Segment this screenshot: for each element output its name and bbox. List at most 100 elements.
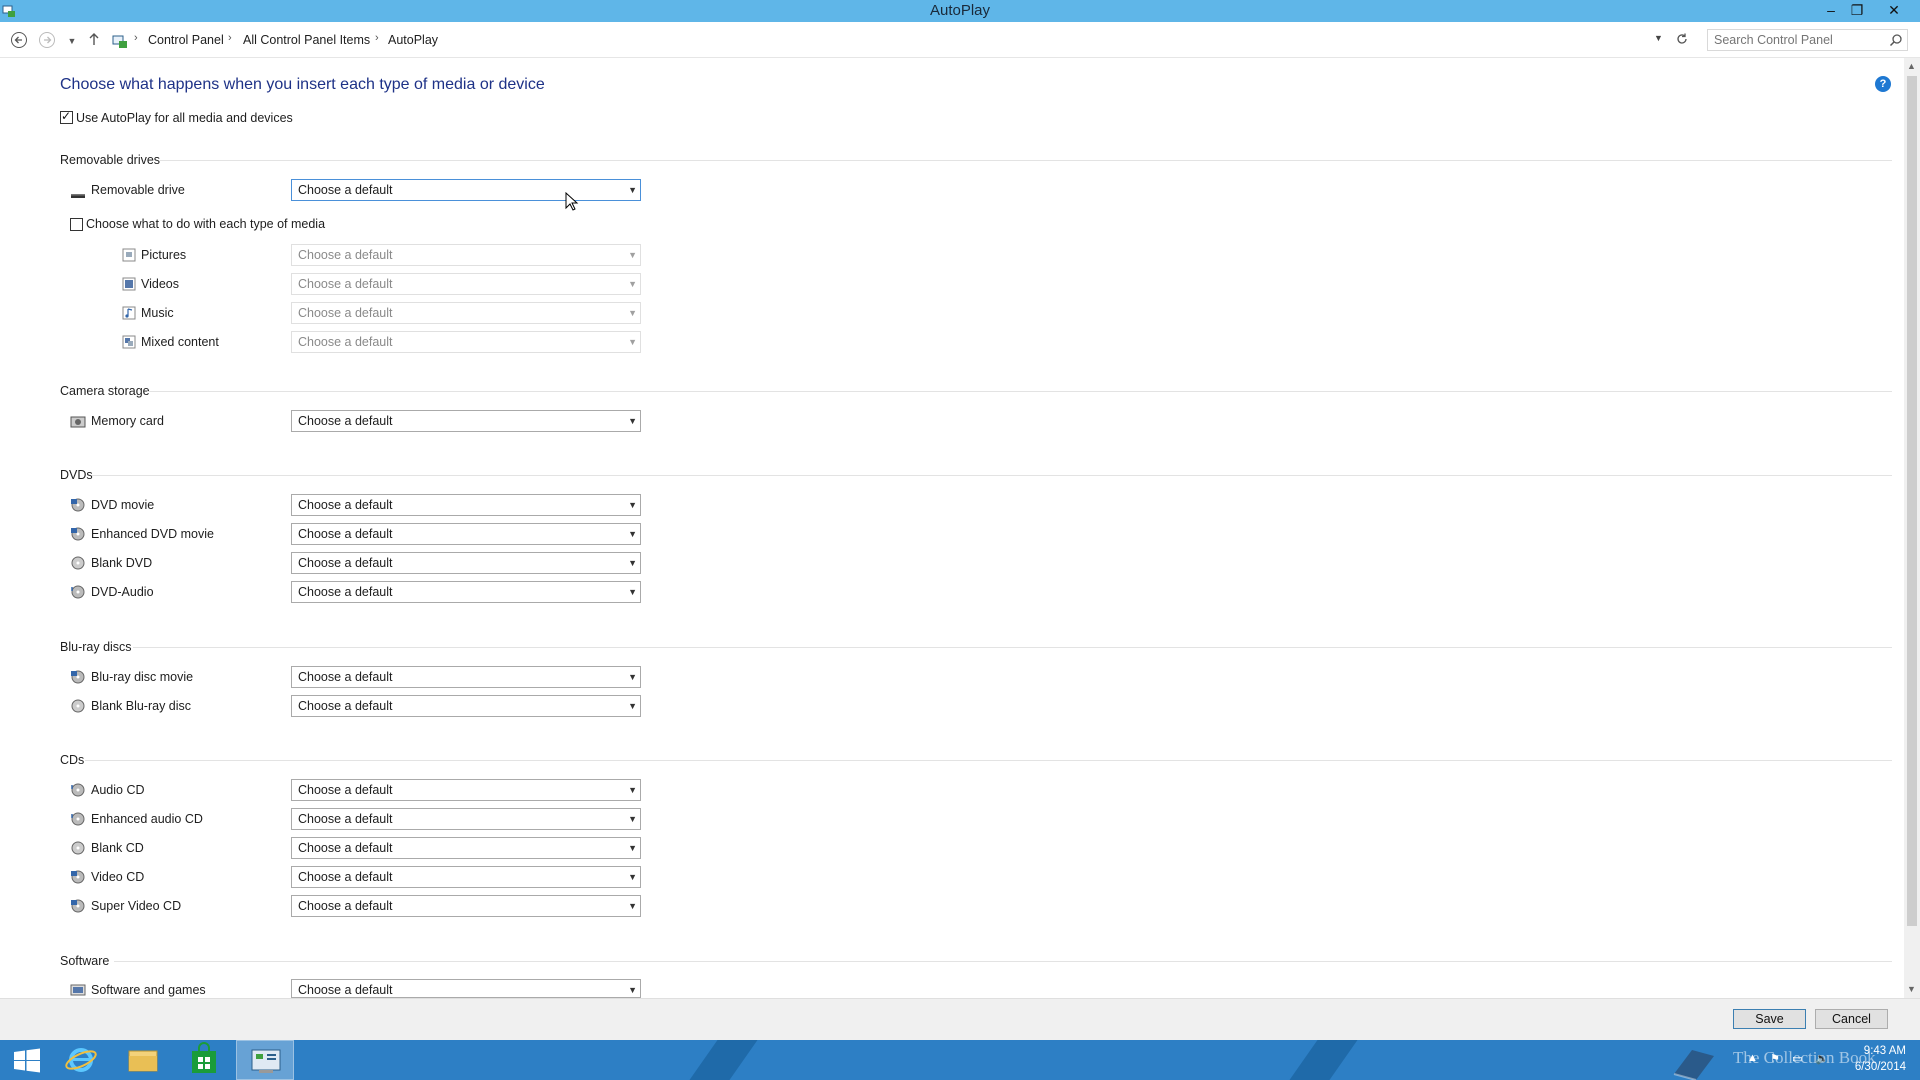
- restore-button[interactable]: ❐: [1843, 0, 1871, 22]
- select-value: Choose a default: [298, 699, 393, 713]
- memory-card-label: Memory card: [91, 414, 164, 428]
- volume-icon[interactable]: 🔈: [1815, 1052, 1829, 1065]
- vertical-scrollbar[interactable]: ▲ ▼: [1904, 58, 1920, 998]
- chevron-down-icon: ▼: [628, 558, 637, 568]
- clock-date: 6/30/2014: [1854, 1061, 1906, 1073]
- scroll-down-icon[interactable]: ▼: [1907, 984, 1916, 994]
- select-value: Choose a default: [298, 870, 393, 884]
- removable-drive-select[interactable]: Choose a default ▼: [291, 179, 641, 201]
- each-media-checkbox[interactable]: [70, 218, 83, 231]
- chevron-down-icon: ▼: [628, 185, 637, 195]
- start-button[interactable]: [0, 1040, 58, 1080]
- video-cd-select[interactable]: Choose a default ▼: [291, 866, 641, 888]
- blank-blu-ray-label: Blank Blu-ray disc: [91, 699, 192, 713]
- chevron-down-icon: ▼: [628, 985, 637, 995]
- taskbar-decoration: [675, 1040, 765, 1080]
- pictures-select[interactable]: Choose a default ▼: [291, 244, 641, 266]
- cancel-button[interactable]: Cancel: [1815, 1009, 1888, 1029]
- recent-locations-dropdown[interactable]: ▼: [62, 31, 82, 51]
- super-video-cd-select[interactable]: Choose a default ▼: [291, 895, 641, 917]
- use-autoplay-checkbox[interactable]: [60, 109, 73, 124]
- audio-cd-label: Audio CD: [91, 783, 145, 797]
- windows-logo-icon: [14, 1048, 40, 1073]
- select-value: Choose a default: [298, 670, 393, 684]
- refresh-button[interactable]: [1672, 31, 1692, 51]
- video-cd-icon: [70, 870, 86, 884]
- breadcrumb-all-items[interactable]: All Control Panel Items: [243, 33, 370, 47]
- select-value: Choose a default: [298, 248, 393, 262]
- pictures-label: Pictures: [141, 248, 187, 262]
- videos-label: Videos: [141, 277, 179, 291]
- select-value: Choose a default: [298, 585, 393, 599]
- section-divider: [114, 961, 1892, 962]
- scroll-up-icon[interactable]: ▲: [1907, 61, 1916, 71]
- minimize-button[interactable]: –: [1817, 0, 1845, 22]
- blank-cd-select[interactable]: Choose a default ▼: [291, 837, 641, 859]
- audio-cd-select[interactable]: Choose a default ▼: [291, 779, 641, 801]
- close-button[interactable]: ✕: [1880, 0, 1908, 22]
- breadcrumb-control-panel[interactable]: Control Panel: [148, 33, 224, 47]
- chevron-down-icon: ▼: [628, 500, 637, 510]
- use-autoplay-label[interactable]: Use AutoPlay for all media and devices: [76, 111, 293, 125]
- mixed-content-select[interactable]: Choose a default ▼: [291, 331, 641, 353]
- software-and-games-label: Software and games: [91, 983, 206, 997]
- address-path[interactable]: › Control Panel › All Control Panel Item…: [108, 29, 1668, 51]
- up-button[interactable]: [84, 31, 104, 51]
- enhanced-audio-cd-select[interactable]: Choose a default ▼: [291, 808, 641, 830]
- back-button[interactable]: [9, 31, 29, 51]
- blank-dvd-icon: [70, 556, 86, 570]
- select-value: Choose a default: [298, 983, 393, 997]
- chevron-down-icon: ▼: [628, 701, 637, 711]
- breadcrumb-separator: ›: [134, 32, 138, 44]
- back-arrow-icon: [11, 32, 27, 48]
- music-select[interactable]: Choose a default ▼: [291, 302, 641, 324]
- dvd-movie-select[interactable]: Choose a default ▼: [291, 494, 641, 516]
- chevron-down-icon: ▼: [628, 872, 637, 882]
- search-input[interactable]: [1708, 30, 1878, 50]
- system-clock[interactable]: 9:43 AM 6/30/2014: [1855, 1043, 1906, 1075]
- taskbar-store[interactable]: [175, 1040, 233, 1080]
- section-camera-storage: Camera storage: [60, 384, 150, 398]
- chevron-down-icon: ▼: [628, 279, 637, 289]
- address-history-dropdown[interactable]: ▼: [1654, 33, 1663, 43]
- search-box[interactable]: [1707, 29, 1908, 51]
- breadcrumb-autoplay[interactable]: AutoPlay: [388, 33, 438, 47]
- blank-dvd-select[interactable]: Choose a default ▼: [291, 552, 641, 574]
- blank-cd-label: Blank CD: [91, 841, 144, 855]
- taskbar-file-explorer[interactable]: [114, 1040, 172, 1080]
- up-arrow-icon: [89, 33, 99, 45]
- blank-blu-ray-select[interactable]: Choose a default ▼: [291, 695, 641, 717]
- dvd-audio-select[interactable]: Choose a default ▼: [291, 581, 641, 603]
- videos-select[interactable]: Choose a default ▼: [291, 273, 641, 295]
- super-video-cd-label: Super Video CD: [91, 899, 182, 913]
- help-icon[interactable]: ?: [1875, 76, 1891, 92]
- search-icon[interactable]: [1889, 33, 1903, 50]
- book-watermark-icon: [1668, 1044, 1720, 1080]
- blank-dvd-label: Blank DVD: [91, 556, 153, 570]
- show-hidden-icons[interactable]: ▲: [1747, 1052, 1758, 1064]
- dvd-audio-label: DVD-Audio: [91, 585, 154, 599]
- network-icon[interactable]: ▭: [1792, 1052, 1802, 1065]
- taskbar-internet-explorer[interactable]: [53, 1040, 111, 1080]
- address-bar: ▼ › Control Panel › All Control Panel It…: [0, 22, 1920, 58]
- chevron-down-icon: ▼: [628, 529, 637, 539]
- title-bar: AutoPlay – ❐ ✕: [0, 0, 1920, 22]
- pictures-icon: [122, 248, 138, 262]
- scrollbar-thumb[interactable]: [1907, 76, 1917, 926]
- control-panel-icon: [112, 33, 128, 52]
- autoplay-settings-panel: Choose what happens when you insert each…: [0, 58, 1904, 998]
- software-and-games-select[interactable]: Choose a default ▼: [291, 979, 641, 998]
- action-center-flag-icon[interactable]: ⚑: [1770, 1052, 1780, 1065]
- taskbar: The Collection Book ▲ ⚑ ▭ 🔈 9:43 AM 6/30…: [0, 1040, 1920, 1080]
- mixed-content-icon: [122, 335, 138, 349]
- memory-card-select[interactable]: Choose a default ▼: [291, 410, 641, 432]
- enhanced-dvd-movie-select[interactable]: Choose a default ▼: [291, 523, 641, 545]
- taskbar-control-panel[interactable]: [236, 1040, 294, 1080]
- select-value: Choose a default: [298, 527, 393, 541]
- select-value: Choose a default: [298, 498, 393, 512]
- each-media-label[interactable]: Choose what to do with each type of medi…: [86, 217, 325, 231]
- enhanced-dvd-movie-icon: [70, 527, 86, 541]
- forward-button[interactable]: [37, 31, 57, 51]
- blu-ray-movie-select[interactable]: Choose a default ▼: [291, 666, 641, 688]
- save-button[interactable]: Save: [1733, 1009, 1806, 1029]
